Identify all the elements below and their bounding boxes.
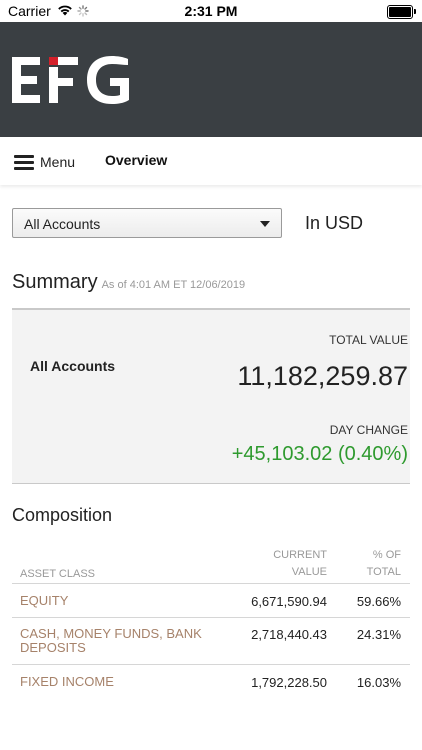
header-pct-line1: % OF xyxy=(372,549,401,561)
summary-account-name: All Accounts xyxy=(30,358,116,374)
status-time: 2:31 PM xyxy=(184,3,238,19)
composition-table: ASSET CLASS CURRENT VALUE % OF TOTAL EQU… xyxy=(12,545,410,698)
pct-total-cell: 24.31% xyxy=(356,627,401,642)
header-pct-line2: TOTAL xyxy=(366,566,401,578)
account-select[interactable]: All Accounts xyxy=(12,208,282,238)
tab-overview[interactable]: Overview xyxy=(105,152,167,168)
header-asset-class: ASSET CLASS xyxy=(20,568,95,580)
efg-logo xyxy=(12,53,132,112)
current-value-cell: 6,671,590.94 xyxy=(251,594,327,609)
hamburger-icon xyxy=(14,154,34,170)
asset-class-link[interactable]: EQUITY xyxy=(20,594,225,608)
asset-class-link[interactable]: CASH, MONEY FUNDS, BANK DEPOSITS xyxy=(20,627,225,655)
pct-total-cell: 59.66% xyxy=(356,594,401,609)
account-select-value: All Accounts xyxy=(24,216,101,232)
status-bar: Carrier 2:31 PM xyxy=(0,0,422,22)
asset-class-link[interactable]: FIXED INCOME xyxy=(20,675,225,689)
current-value-cell: 1,792,228.50 xyxy=(251,675,327,690)
total-value-label: TOTAL VALUE xyxy=(329,333,408,347)
summary-heading: Summary As of 4:01 AM ET 12/06/2019 xyxy=(12,271,245,294)
day-change-value: +45,103.02 (0.40%) xyxy=(231,443,408,465)
summary-title: Summary xyxy=(12,271,98,293)
battery-icon xyxy=(387,5,416,19)
table-header: ASSET CLASS CURRENT VALUE % OF TOTAL xyxy=(12,545,410,584)
current-value-cell: 2,718,440.43 xyxy=(251,627,327,642)
nav-bar: Menu Overview xyxy=(0,137,422,185)
header-current-value: CURRENT VALUE xyxy=(273,547,327,581)
table-row: EQUITY 6,671,590.94 59.66% xyxy=(12,584,410,618)
pct-total-cell: 16.03% xyxy=(356,675,401,690)
total-value: 11,182,259.87 xyxy=(237,361,408,391)
table-row: CASH, MONEY FUNDS, BANK DEPOSITS 2,718,4… xyxy=(12,618,410,665)
menu-button[interactable]: Menu xyxy=(14,154,75,170)
header-current-line1: CURRENT xyxy=(273,549,327,561)
header-current-line2: VALUE xyxy=(291,566,327,578)
composition-title: Composition xyxy=(12,505,113,525)
brand-header xyxy=(0,22,422,137)
currency-label: In USD xyxy=(305,213,364,233)
summary-as-of: As of 4:01 AM ET 12/06/2019 xyxy=(101,279,246,291)
menu-label: Menu xyxy=(40,154,76,170)
summary-card: All Accounts TOTAL VALUE 11,182,259.87 D… xyxy=(12,308,410,484)
chevron-down-icon xyxy=(260,221,270,227)
table-row: FIXED INCOME 1,792,228.50 16.03% xyxy=(12,665,410,698)
day-change-label: DAY CHANGE xyxy=(329,423,408,437)
header-pct-total: % OF TOTAL xyxy=(367,547,401,581)
